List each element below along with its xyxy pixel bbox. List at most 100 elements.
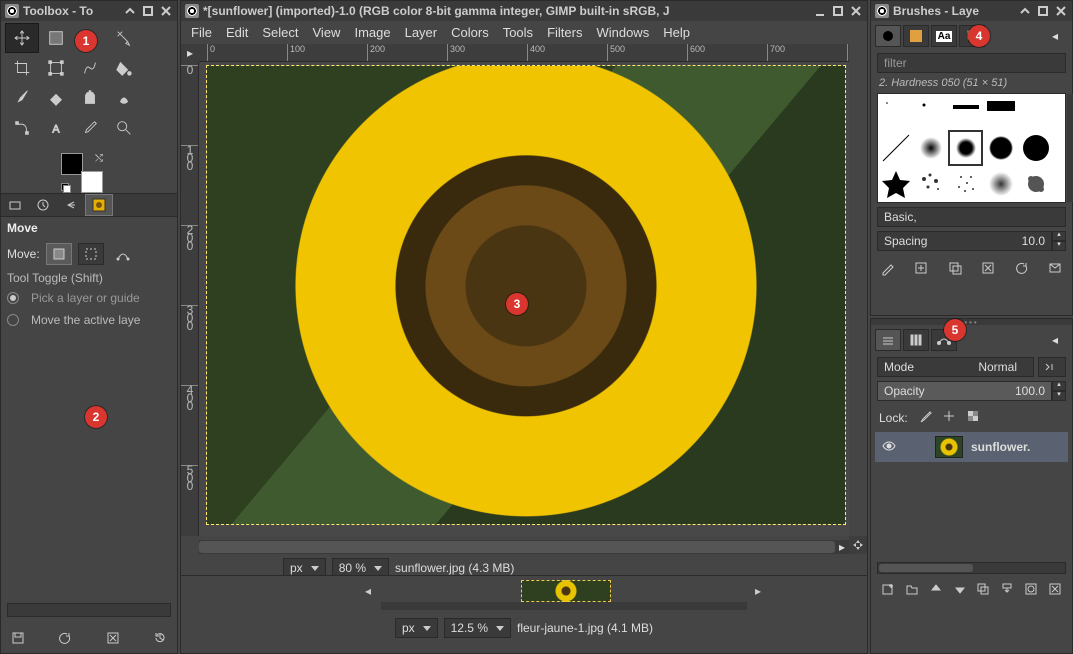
reset-preset-icon[interactable]: [151, 629, 169, 647]
duplicate-layer-icon[interactable]: [974, 580, 992, 598]
unit-dropdown-2[interactable]: px: [395, 618, 438, 638]
brush-scrollbar[interactable]: [1067, 94, 1073, 202]
menu-colors[interactable]: Colors: [451, 25, 489, 40]
spacing-control[interactable]: Spacing10.0 ▴▾: [877, 231, 1066, 251]
new-brush-icon[interactable]: [912, 259, 930, 277]
clone-tool[interactable]: [73, 83, 107, 113]
foreground-color[interactable]: [61, 153, 83, 175]
brush-item[interactable]: [913, 94, 948, 130]
brush-filter[interactable]: filter: [877, 53, 1066, 73]
smudge-tool[interactable]: [107, 83, 141, 113]
raise-layer-icon[interactable]: [927, 580, 945, 598]
configure-tab-icon[interactable]: ◂: [1042, 329, 1068, 351]
radio-pick-layer[interactable]: [7, 292, 19, 304]
menu-layer[interactable]: Layer: [405, 25, 438, 40]
scroll-right-icon[interactable]: ▸: [755, 584, 761, 598]
visibility-icon[interactable]: [881, 438, 897, 457]
brush-item[interactable]: [878, 166, 913, 202]
close-button[interactable]: [159, 4, 173, 18]
menu-select[interactable]: Select: [262, 25, 298, 40]
lock-alpha-icon[interactable]: [966, 409, 980, 426]
thumb-scrollbar[interactable]: [381, 602, 747, 610]
mask-icon[interactable]: [1022, 580, 1040, 598]
menu-view[interactable]: View: [313, 25, 341, 40]
lock-position-icon[interactable]: [942, 409, 956, 426]
refresh-brush-icon[interactable]: [1013, 259, 1031, 277]
move-selection-button[interactable]: [78, 243, 104, 265]
document-thumbnail[interactable]: [521, 580, 611, 602]
tab-channels[interactable]: [903, 329, 929, 351]
merge-down-icon[interactable]: [998, 580, 1016, 598]
save-preset-icon[interactable]: [9, 629, 27, 647]
brush-item[interactable]: [1018, 130, 1053, 166]
brush-item[interactable]: [1018, 94, 1053, 130]
warp-tool[interactable]: [73, 53, 107, 83]
opacity-up[interactable]: ▴: [1052, 381, 1066, 391]
layer-item[interactable]: sunflower.: [875, 432, 1068, 462]
color-picker-tool[interactable]: [73, 113, 107, 143]
new-group-icon[interactable]: [903, 580, 921, 598]
lock-pixels-icon[interactable]: [918, 409, 932, 426]
bucket-fill-tool[interactable]: [107, 53, 141, 83]
new-layer-icon[interactable]: [879, 580, 897, 598]
delete-preset-icon[interactable]: [104, 629, 122, 647]
reset-colors-icon[interactable]: [61, 183, 71, 193]
brush-category[interactable]: Basic,: [877, 207, 1066, 227]
brush-item[interactable]: [878, 94, 913, 130]
opacity-down[interactable]: ▾: [1052, 391, 1066, 401]
menu-tools[interactable]: Tools: [503, 25, 533, 40]
brush-item[interactable]: [983, 166, 1018, 202]
tab-layers[interactable]: [875, 329, 901, 351]
horizontal-scrollbar[interactable]: ▸: [199, 540, 849, 554]
brush-item[interactable]: [878, 130, 913, 166]
menu-image[interactable]: Image: [354, 25, 390, 40]
configure-tab-icon[interactable]: ◂: [1042, 25, 1068, 47]
move-path-button[interactable]: [110, 243, 136, 265]
menu-edit[interactable]: Edit: [226, 25, 248, 40]
minimize-button[interactable]: [813, 4, 827, 18]
paintbrush-tool[interactable]: [5, 83, 39, 113]
brush-item[interactable]: [913, 166, 948, 202]
lower-layer-icon[interactable]: [951, 580, 969, 598]
spacing-down[interactable]: ▾: [1052, 241, 1066, 251]
restore-preset-icon[interactable]: [56, 629, 74, 647]
tab-images[interactable]: [85, 194, 113, 216]
open-as-image-icon[interactable]: [1046, 259, 1064, 277]
fg-bg-color[interactable]: ⤭: [61, 153, 111, 193]
swap-colors-icon[interactable]: ⤭: [95, 153, 103, 164]
brush-item[interactable]: [983, 94, 1018, 130]
spacing-up[interactable]: ▴: [1052, 231, 1066, 241]
unified-transform-tool[interactable]: [39, 53, 73, 83]
brush-item[interactable]: [983, 130, 1018, 166]
brush-item[interactable]: [948, 166, 983, 202]
crop-tool[interactable]: [5, 53, 39, 83]
tab-patterns[interactable]: [903, 25, 929, 47]
fuzzy-select-tool[interactable]: [107, 23, 141, 53]
tab-undo-history[interactable]: [57, 194, 85, 216]
menu-file[interactable]: File: [191, 25, 212, 40]
text-tool[interactable]: A: [39, 113, 73, 143]
maximize-button[interactable]: [1036, 4, 1050, 18]
brush-item[interactable]: [1018, 166, 1053, 202]
close-button[interactable]: [1054, 4, 1068, 18]
paths-tool[interactable]: [5, 113, 39, 143]
background-color[interactable]: [81, 171, 103, 193]
collapse-button[interactable]: [123, 4, 137, 18]
move-layer-button[interactable]: [46, 243, 72, 265]
maximize-button[interactable]: [831, 4, 845, 18]
zoom-tool[interactable]: [107, 113, 141, 143]
brush-item[interactable]: [913, 130, 948, 166]
edit-brush-icon[interactable]: [879, 259, 897, 277]
toolbox-scrollbar[interactable]: [7, 603, 171, 617]
tab-brushes[interactable]: [875, 25, 901, 47]
ruler-vertical[interactable]: 0 100 200 300 400 500: [181, 62, 199, 536]
duplicate-brush-icon[interactable]: [946, 259, 964, 277]
brush-item-selected[interactable]: [948, 130, 983, 166]
close-button[interactable]: [849, 4, 863, 18]
layers-scrollbar[interactable]: [877, 562, 1066, 574]
ruler-horizontal[interactable]: 0 100 200 300 400 500 600 700 800: [199, 44, 849, 62]
radio-move-active[interactable]: [7, 314, 19, 326]
ruler-origin-icon[interactable]: ▸: [181, 44, 199, 62]
tab-fonts[interactable]: Aa: [931, 25, 957, 47]
menu-filters[interactable]: Filters: [547, 25, 582, 40]
